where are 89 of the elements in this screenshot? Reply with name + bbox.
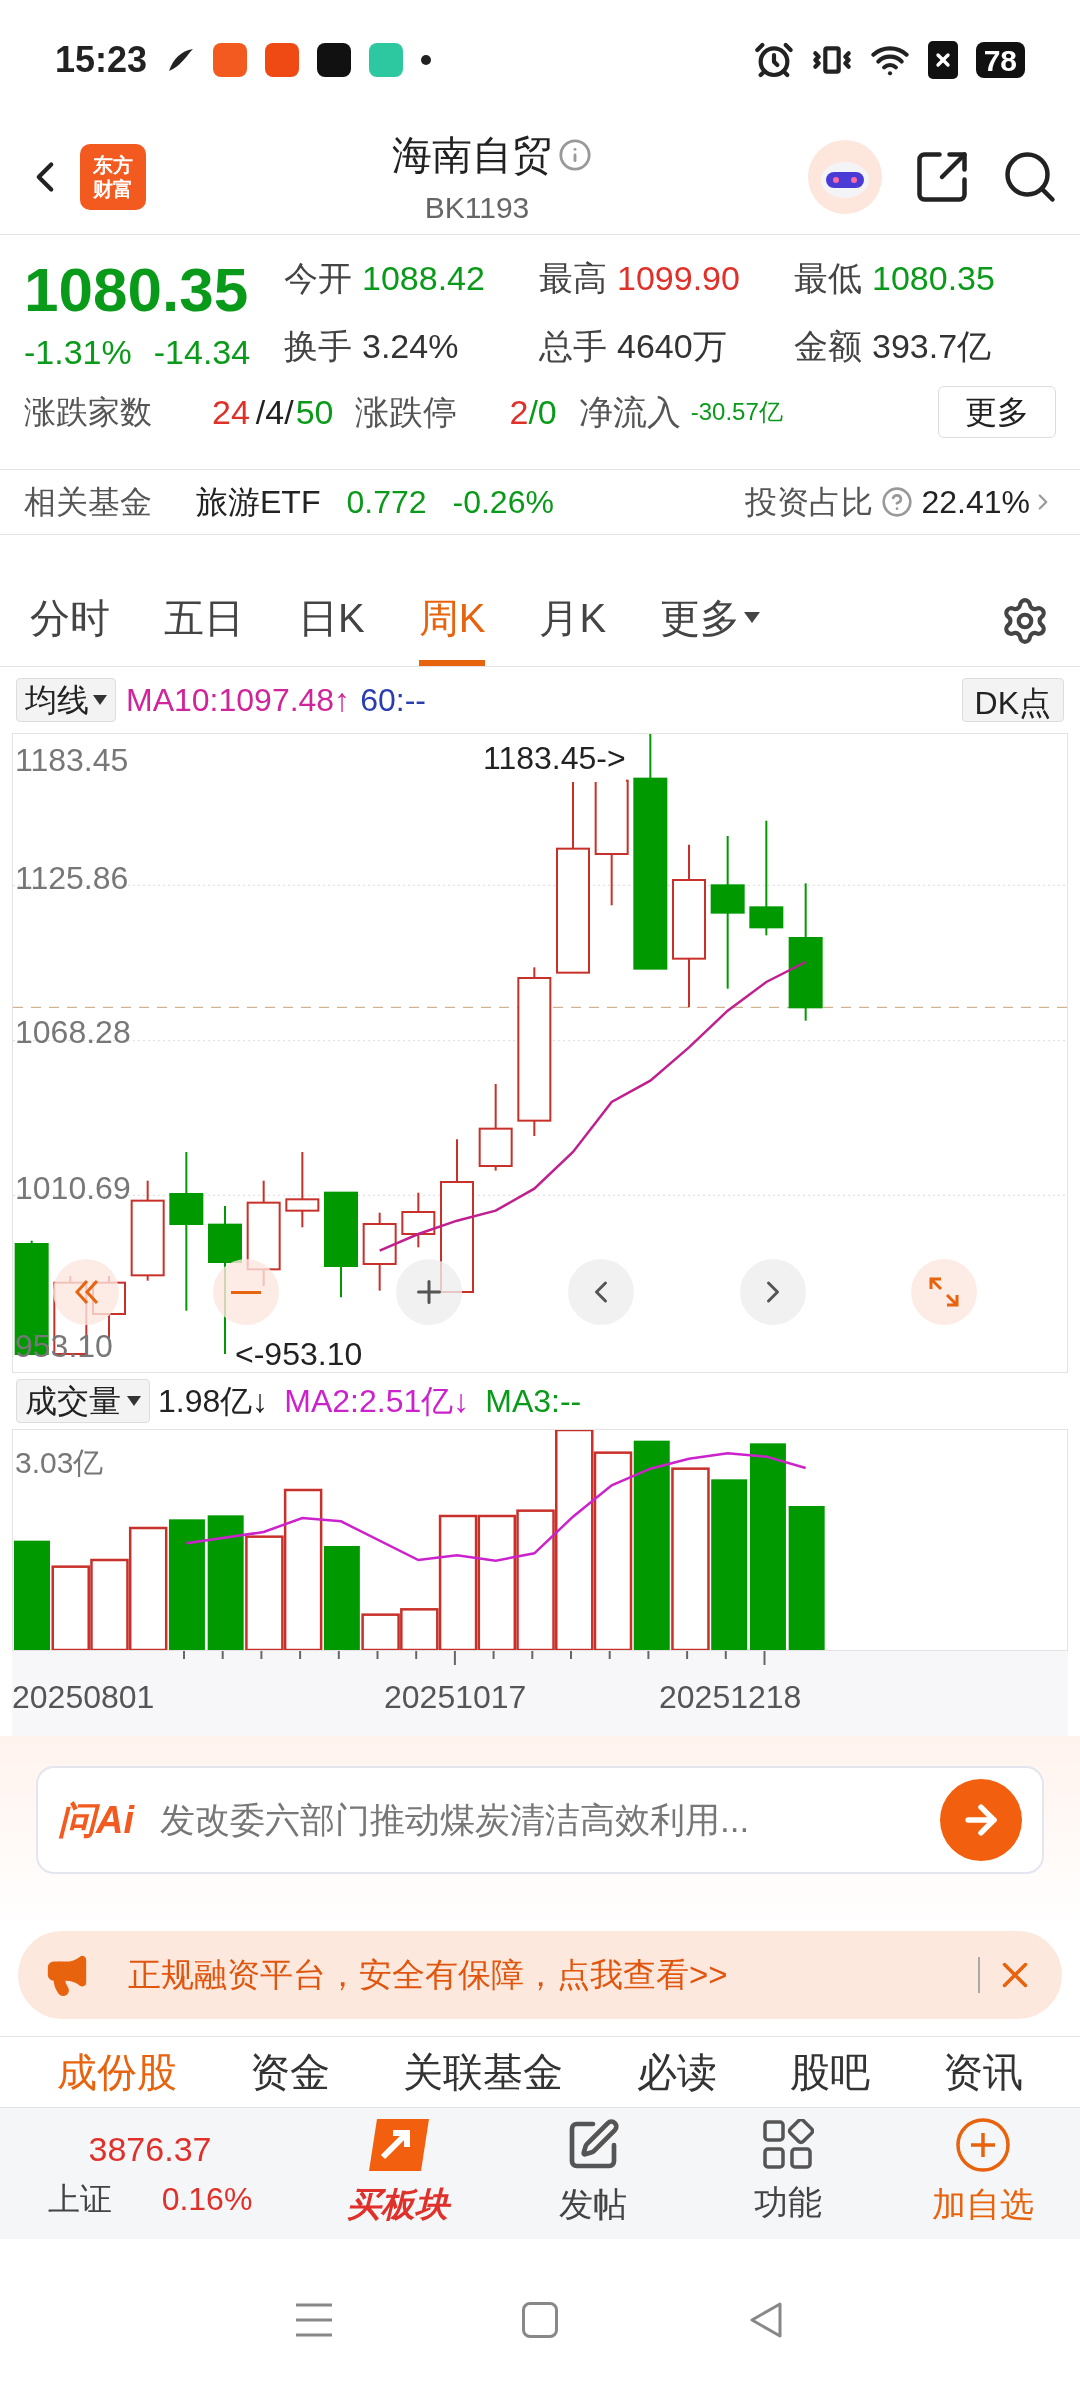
stat-value: 1080.35 (872, 258, 995, 299)
ad-text: 正规融资平台，安全有保障，点我查看>> (128, 1955, 729, 1996)
limit-down: /0 (528, 391, 557, 433)
app-icon (265, 43, 300, 77)
ai-brand: 问Ai (58, 1797, 134, 1843)
section-tab[interactable]: 必读 (636, 2042, 717, 2102)
index-change: 0.16% (161, 2180, 253, 2219)
index-value: 3876.37 (88, 2129, 212, 2170)
toolbar-action[interactable]: 功能 (690, 2119, 885, 2228)
ai-question-field[interactable]: 问Ai 发改委六部门推动煤炭清洁高效利用... (36, 1766, 1044, 1874)
stat-label: 最高 (539, 258, 607, 299)
ratio-label: 投资占比 (745, 483, 874, 522)
stat-value: 1088.42 (362, 258, 485, 299)
section-tab[interactable]: 股吧 (789, 2042, 870, 2102)
robot-avatar-icon[interactable] (808, 140, 882, 214)
battery-indicator: 78 (975, 42, 1025, 78)
fund-change: -0.26% (452, 483, 554, 522)
date-label: 20251218 (659, 1678, 802, 1717)
toolbar-action[interactable]: 发帖 (495, 2117, 690, 2230)
inflow-label: 净流入 (578, 391, 681, 433)
chart-tab[interactable]: 月K (539, 575, 607, 666)
stat-value: 3.24% (362, 325, 459, 367)
alarm-icon (753, 40, 794, 80)
section-tab[interactable]: 关联基金 (403, 2042, 564, 2102)
breadth-label: 涨跌家数 (24, 393, 153, 432)
candlestick (401, 1191, 436, 1249)
date-label: 20251017 (384, 1678, 527, 1717)
axis-label: 1068.28 (15, 1013, 131, 1052)
date-label: 20250801 (12, 1678, 155, 1717)
stat-value: 4640万 (617, 325, 727, 367)
ma60-value: 60:-- (360, 681, 426, 720)
plus-circle-icon (954, 2117, 1011, 2173)
dropdown-caret-icon (744, 612, 761, 623)
app-icon (317, 43, 352, 77)
breadth-up: 24 (212, 391, 250, 433)
chart-tab[interactable]: 分时 (30, 575, 110, 666)
chart-tab[interactable]: 日K (298, 575, 365, 666)
info-icon[interactable] (558, 137, 592, 172)
section-tab[interactable]: 资讯 (943, 2042, 1024, 2102)
limit-up: 2 (509, 391, 529, 433)
app-icon (369, 43, 404, 77)
fund-price: 0.772 (346, 483, 427, 522)
axis-label: 1010.69 (15, 1169, 131, 1208)
stat-label: 最低 (794, 258, 862, 299)
stat-value: 1099.90 (617, 258, 740, 299)
volume-value: 1.98亿↓ (158, 1382, 269, 1421)
fund-name: 旅游ETF (196, 483, 321, 522)
axis-label: 1125.86 (15, 859, 129, 898)
page-title: 海南自贸 (392, 131, 552, 179)
change-amount: -14.34 (153, 332, 251, 373)
section-tab[interactable]: 资金 (250, 2042, 330, 2102)
fund-label: 相关基金 (24, 483, 152, 522)
breadth-flat: /4/ (255, 391, 294, 433)
status-time: 15:23 (55, 38, 148, 82)
chart-tab[interactable]: 五日 (164, 575, 244, 666)
index-widget[interactable]: 3876.37 上证 0.16% (0, 2124, 300, 2223)
help-icon[interactable] (881, 486, 914, 518)
stat-label: 今开 (284, 258, 352, 299)
ai-suggestion: 发改委六部门推动煤炭清洁高效利用... (160, 1798, 751, 1841)
home-icon[interactable] (522, 2301, 558, 2338)
axis-label: 3.03亿 (15, 1445, 104, 1481)
menu-icon[interactable] (294, 2301, 334, 2338)
grid-icon (761, 2119, 814, 2171)
limit-label: 涨跌停 (355, 391, 458, 433)
ma10-value: MA10:1097.48↑ (126, 681, 351, 720)
stat-label: 换手 (284, 325, 352, 367)
ratio-value: 22.41% (921, 483, 1030, 522)
sector-code: BK1193 (424, 189, 530, 226)
stat-label: 总手 (539, 325, 607, 367)
more-button[interactable]: 更多 (938, 386, 1056, 438)
index-name: 上证 (47, 2180, 112, 2219)
stat-value: 393.7亿 (872, 325, 992, 367)
app-icon (213, 43, 248, 77)
inflow-value: -30.57亿 (690, 397, 783, 427)
low-marker: <-953.10 (235, 1335, 363, 1374)
toolbar-action[interactable]: 买板块 (300, 2117, 495, 2230)
ma3-value: MA3:-- (485, 1382, 582, 1421)
ma-selector[interactable]: 均线 (16, 678, 116, 722)
ma2-value: MA2:2.51亿↓ (284, 1382, 470, 1421)
stat-label: 金额 (794, 325, 862, 367)
axis-label: 1183.45 (15, 741, 129, 780)
volume-selector[interactable]: 成交量 (16, 1379, 150, 1423)
sim-icon (927, 41, 958, 79)
expand-icon (927, 1275, 961, 1309)
chart-tab[interactable]: 更多 (660, 575, 761, 666)
change-percent: -1.31% (24, 332, 132, 373)
current-price: 1080.35 (24, 255, 250, 325)
dk-button[interactable]: DK点 (961, 678, 1064, 722)
breadth-down: 50 (295, 391, 334, 433)
